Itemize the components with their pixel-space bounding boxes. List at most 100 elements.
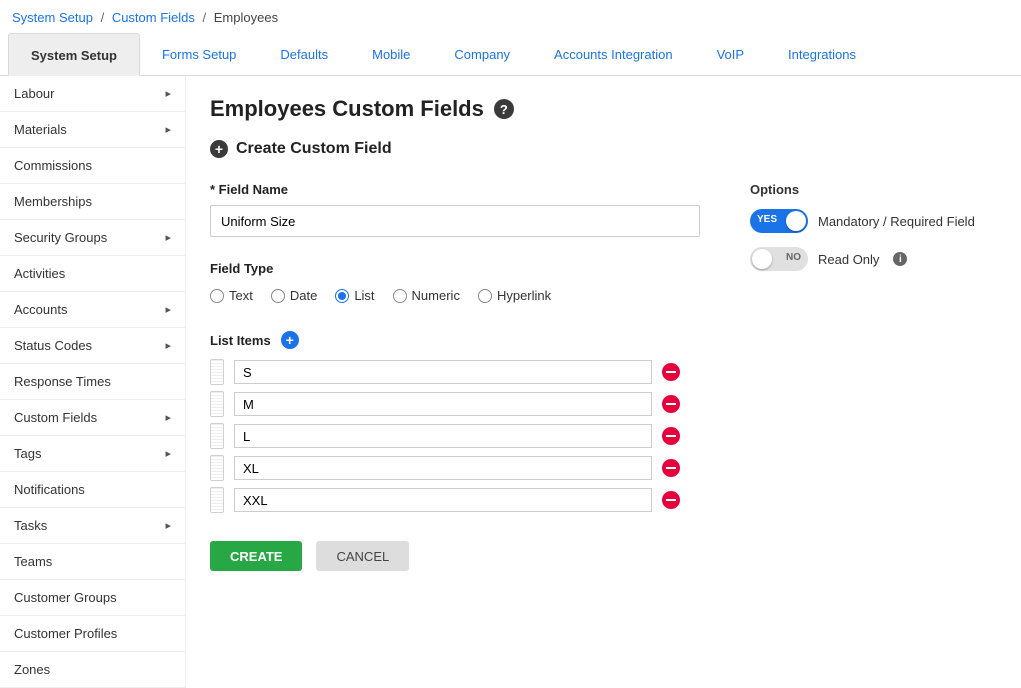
sidebar-item-customer-profiles[interactable]: Customer Profiles bbox=[0, 616, 185, 652]
plus-circle-icon: + bbox=[210, 140, 228, 158]
chevron-right-icon: ▸ bbox=[165, 303, 171, 316]
list-item-row bbox=[210, 359, 680, 385]
create-button[interactable]: CREATE bbox=[210, 541, 302, 571]
field-type-radio-text[interactable] bbox=[210, 289, 224, 303]
toggle-no-label: NO bbox=[786, 252, 801, 263]
sidebar-item-activities[interactable]: Activities bbox=[0, 256, 185, 292]
cancel-button[interactable]: CANCEL bbox=[316, 541, 409, 571]
list-item-input[interactable] bbox=[234, 424, 652, 448]
sidebar-item-label: Customer Groups bbox=[14, 590, 117, 605]
sidebar-item-security-groups[interactable]: Security Groups ▸ bbox=[0, 220, 185, 256]
remove-item-icon[interactable] bbox=[662, 427, 680, 445]
sidebar-item-label: Tasks bbox=[14, 518, 47, 533]
sidebar-item-tasks[interactable]: Tasks ▸ bbox=[0, 508, 185, 544]
sidebar-item-accounts[interactable]: Accounts▸ bbox=[0, 292, 185, 328]
field-type-date[interactable]: Date bbox=[271, 288, 317, 303]
sidebar-item-label: Memberships bbox=[14, 194, 92, 209]
tab-integrations[interactable]: Integrations bbox=[766, 33, 878, 75]
sidebar-item-label: Status Codes bbox=[14, 338, 92, 353]
chevron-right-icon: ▸ bbox=[165, 411, 171, 424]
breadcrumb: System Setup / Custom Fields / Employees bbox=[0, 0, 1021, 33]
sidebar-item-label: Security Groups bbox=[14, 230, 107, 245]
drag-handle-icon[interactable] bbox=[210, 455, 224, 481]
remove-item-icon[interactable] bbox=[662, 459, 680, 477]
chevron-right-icon: ▸ bbox=[165, 519, 171, 532]
sidebar-item-response-times[interactable]: Response Times bbox=[0, 364, 185, 400]
sidebar-item-label: Labour bbox=[14, 86, 54, 101]
field-type-list[interactable]: List bbox=[335, 288, 374, 303]
list-item-input[interactable] bbox=[234, 488, 652, 512]
tab-mobile[interactable]: Mobile bbox=[350, 33, 432, 75]
tab-forms-setup[interactable]: Forms Setup bbox=[140, 33, 258, 75]
field-type-numeric[interactable]: Numeric bbox=[393, 288, 460, 303]
sidebar: Labour▸Materials▸CommissionsMembershipsS… bbox=[0, 76, 186, 688]
sidebar-item-tags[interactable]: Tags ▸ bbox=[0, 436, 185, 472]
sidebar-item-labour[interactable]: Labour▸ bbox=[0, 76, 185, 112]
list-items-label: List Items bbox=[210, 333, 271, 348]
chevron-right-icon: ▸ bbox=[165, 447, 171, 460]
field-type-radio-label: Numeric bbox=[412, 288, 460, 303]
tab-defaults[interactable]: Defaults bbox=[258, 33, 350, 75]
field-type-hyperlink[interactable]: Hyperlink bbox=[478, 288, 551, 303]
field-type-radio-list[interactable] bbox=[335, 289, 349, 303]
list-item-input[interactable] bbox=[234, 392, 652, 416]
sidebar-item-teams[interactable]: Teams bbox=[0, 544, 185, 580]
chevron-right-icon: ▸ bbox=[165, 339, 171, 352]
sidebar-item-label: Tags bbox=[14, 446, 41, 461]
remove-item-icon[interactable] bbox=[662, 395, 680, 413]
tab-system-setup[interactable]: System Setup bbox=[8, 33, 140, 76]
top-nav: System SetupForms SetupDefaultsMobileCom… bbox=[0, 33, 1021, 76]
list-item-row bbox=[210, 391, 680, 417]
drag-handle-icon[interactable] bbox=[210, 423, 224, 449]
info-icon[interactable]: i bbox=[893, 252, 907, 266]
field-type-radio-date[interactable] bbox=[271, 289, 285, 303]
help-icon[interactable]: ? bbox=[494, 99, 514, 119]
field-type-radio-numeric[interactable] bbox=[393, 289, 407, 303]
drag-handle-icon[interactable] bbox=[210, 487, 224, 513]
tab-accounts-integration[interactable]: Accounts Integration bbox=[532, 33, 695, 75]
field-type-radio-label: Date bbox=[290, 288, 317, 303]
sidebar-item-materials[interactable]: Materials▸ bbox=[0, 112, 185, 148]
field-type-radio-label: Text bbox=[229, 288, 253, 303]
add-list-item-icon[interactable]: + bbox=[281, 331, 299, 349]
sidebar-item-status-codes[interactable]: Status Codes ▸ bbox=[0, 328, 185, 364]
toggle-knob bbox=[786, 211, 806, 231]
sidebar-item-zones[interactable]: Zones bbox=[0, 652, 185, 688]
sidebar-item-memberships[interactable]: Memberships bbox=[0, 184, 185, 220]
field-type-label: Field Type bbox=[210, 261, 710, 276]
tab-voip[interactable]: VoIP bbox=[695, 33, 766, 75]
list-item-row bbox=[210, 487, 680, 513]
field-type-radio-label: Hyperlink bbox=[497, 288, 551, 303]
breadcrumb-sep: / bbox=[199, 10, 211, 25]
remove-item-icon[interactable] bbox=[662, 363, 680, 381]
sidebar-item-customer-groups[interactable]: Customer Groups bbox=[0, 580, 185, 616]
list-item-input[interactable] bbox=[234, 360, 652, 384]
sidebar-item-custom-fields[interactable]: Custom Fields▸ bbox=[0, 400, 185, 436]
sidebar-item-commissions[interactable]: Commissions bbox=[0, 148, 185, 184]
mandatory-label: Mandatory / Required Field bbox=[818, 214, 975, 229]
sidebar-item-label: Commissions bbox=[14, 158, 92, 173]
list-item-row bbox=[210, 423, 680, 449]
breadcrumb-custom-fields[interactable]: Custom Fields bbox=[112, 10, 195, 25]
chevron-right-icon: ▸ bbox=[165, 231, 171, 244]
mandatory-toggle[interactable]: YES bbox=[750, 209, 808, 233]
tab-company[interactable]: Company bbox=[432, 33, 532, 75]
drag-handle-icon[interactable] bbox=[210, 359, 224, 385]
readonly-toggle[interactable]: NO bbox=[750, 247, 808, 271]
remove-item-icon[interactable] bbox=[662, 491, 680, 509]
breadcrumb-system-setup[interactable]: System Setup bbox=[12, 10, 93, 25]
sidebar-item-label: Notifications bbox=[14, 482, 85, 497]
field-type-text[interactable]: Text bbox=[210, 288, 253, 303]
list-item-input[interactable] bbox=[234, 456, 652, 480]
list-item-row bbox=[210, 455, 680, 481]
readonly-label: Read Only bbox=[818, 252, 879, 267]
sidebar-item-notifications[interactable]: Notifications bbox=[0, 472, 185, 508]
field-type-radio-hyperlink[interactable] bbox=[478, 289, 492, 303]
field-name-input[interactable] bbox=[210, 205, 700, 237]
sidebar-item-label: Materials bbox=[14, 122, 67, 137]
main-content: Employees Custom Fields ? + Create Custo… bbox=[186, 76, 1021, 688]
sidebar-item-label: Customer Profiles bbox=[14, 626, 117, 641]
drag-handle-icon[interactable] bbox=[210, 391, 224, 417]
sub-header-title: Create Custom Field bbox=[236, 140, 392, 158]
options-title: Options bbox=[750, 182, 990, 197]
